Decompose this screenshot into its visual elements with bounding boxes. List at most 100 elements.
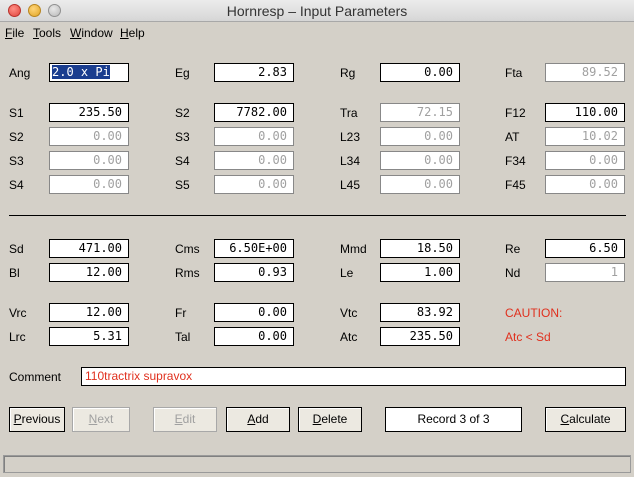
menu-file-label: ile [12,26,25,40]
delete-label: elete [321,412,348,426]
calculate-button[interactable]: Calculate [545,407,626,432]
s1-label: S1 [9,106,24,120]
caution-message: Atc < Sd [505,330,551,344]
tra-field: 72.15 [380,103,460,122]
s2-row-label: S2 [9,130,24,144]
bl-field[interactable]: 12.00 [49,263,129,282]
atc-label: Atc [340,330,358,344]
s3-row-field: 0.00 [49,151,129,170]
rg-field[interactable]: 0.00 [380,63,460,82]
s3-row-label: S3 [9,154,24,168]
delete-button[interactable]: Delete [298,407,362,432]
re-label: Re [505,242,521,256]
s4-row-field: 0.00 [49,175,129,194]
rms-field[interactable]: 0.93 [214,263,294,282]
f34-field: 0.00 [545,151,625,170]
tal-field[interactable]: 0.00 [214,327,294,346]
calculate-label: alculate [569,412,611,426]
tal-label: Tal [175,330,191,344]
menu-help-label: elp [128,26,145,40]
lrc-field[interactable]: 5.31 [49,327,129,346]
cms-label: Cms [175,242,200,256]
fta-label: Fta [505,66,523,80]
at-label: AT [505,130,520,144]
fr-label: Fr [175,306,187,320]
lrc-label: Lrc [9,330,26,344]
ang-field[interactable]: 2.0 x Pi [49,63,129,82]
ang-label: Ang [9,66,31,80]
s4-field: 0.00 [214,151,294,170]
comment-label: Comment [9,370,62,384]
atc-field[interactable]: 235.50 [380,327,460,346]
minimize-window-icon[interactable] [28,4,41,17]
menu-help[interactable]: Help [120,26,145,40]
next-button: Next [72,407,130,432]
add-label: dd [255,412,269,426]
f12-label: F12 [505,106,526,120]
menu-window-label: indow [81,26,113,40]
f12-field[interactable]: 110.00 [545,103,625,122]
calculate-mnemonic: C [560,412,570,426]
le-field[interactable]: 1.00 [380,263,460,282]
mmd-field[interactable]: 18.50 [380,239,460,258]
window-title: Hornresp – Input Parameters [226,3,408,19]
l34-field: 0.00 [380,151,460,170]
menu-bar: File Tools Window Help [0,22,634,44]
close-window-icon[interactable] [8,4,21,17]
l45-field: 0.00 [380,175,460,194]
nd-label: Nd [505,266,521,280]
eg-field[interactable]: 2.83 [214,63,294,82]
vtc-field[interactable]: 83.92 [380,303,460,322]
re-field[interactable]: 6.50 [545,239,625,258]
menu-window-mnemonic: W [70,26,82,40]
at-field: 10.02 [545,127,625,146]
previous-button[interactable]: Previous [9,407,65,432]
cms-field[interactable]: 6.50E+00 [214,239,294,258]
comment-field[interactable]: 110tractrix supravox [81,367,626,386]
previous-mnemonic: P [13,412,22,426]
s2-label: S2 [175,106,190,120]
nd-field: 1 [545,263,625,282]
s2-field[interactable]: 7782.00 [214,103,294,122]
menu-tools[interactable]: Tools [33,26,61,40]
s5-field: 0.00 [214,175,294,194]
edit-mnemonic: E [174,412,183,426]
edit-label: dit [182,412,196,426]
l23-field: 0.00 [380,127,460,146]
fr-field[interactable]: 0.00 [214,303,294,322]
f45-label: F45 [505,178,526,192]
s4-label: S4 [175,154,190,168]
add-button[interactable]: Add [226,407,290,432]
menu-help-mnemonic: H [120,26,129,40]
rms-label: Rms [175,266,200,280]
vrc-field[interactable]: 12.00 [49,303,129,322]
bl-label: Bl [9,266,20,280]
menu-tools-label: ools [39,26,62,40]
l45-label: L45 [340,178,361,192]
status-bar [3,455,631,473]
s1-field[interactable]: 235.50 [49,103,129,122]
zoom-window-icon[interactable] [48,4,61,17]
sd-field[interactable]: 471.00 [49,239,129,258]
vrc-label: Vrc [9,306,27,320]
s5-label: S5 [175,178,190,192]
s3-field: 0.00 [214,127,294,146]
s2-row-field: 0.00 [49,127,129,146]
l34-label: L34 [340,154,361,168]
eg-label: Eg [175,66,190,80]
l23-label: L23 [340,130,361,144]
fta-field: 89.52 [545,63,625,82]
sd-label: Sd [9,242,24,256]
tra-label: Tra [340,106,358,120]
title-bar: Hornresp – Input Parameters [0,0,634,22]
ang-value: 2.0 x Pi [52,65,110,79]
menu-window[interactable]: Window [70,26,113,40]
le-label: Le [340,266,354,280]
f45-field: 0.00 [545,175,625,194]
edit-button: Edit [153,407,217,432]
previous-label: revious [21,412,61,426]
f34-label: F34 [505,154,526,168]
menu-file[interactable]: File [5,26,24,40]
s4-row-label: S4 [9,178,24,192]
record-indicator: Record 3 of 3 [385,407,522,432]
